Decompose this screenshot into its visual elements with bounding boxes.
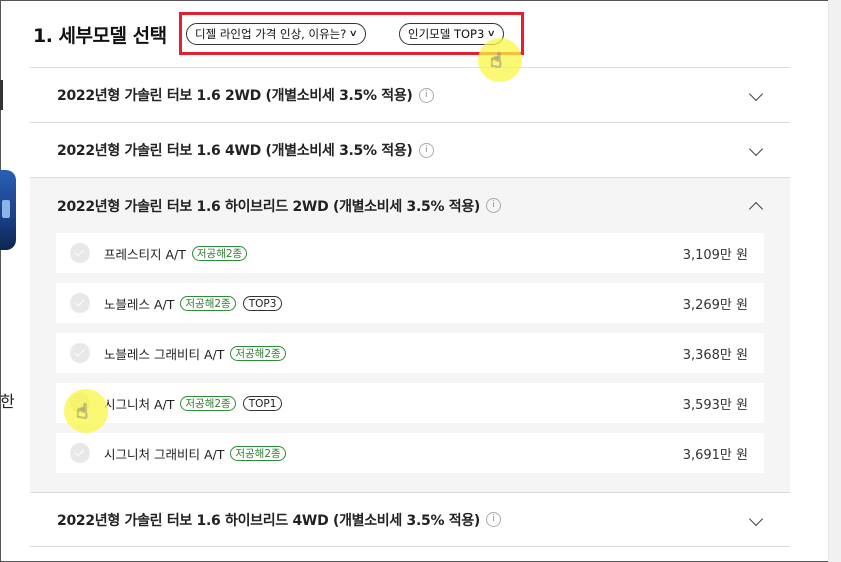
trim-price: 3,269만 원 xyxy=(682,297,748,313)
trim-option-signature[interactable]: 시그니처 A/T 저공해2종 TOP1 3,593만 원 xyxy=(56,383,764,423)
car-thumbnail-edge xyxy=(0,170,16,250)
trim-name: 노블레스 그래비티 A/T xyxy=(104,346,225,362)
accordion-header-2wd[interactable]: 2022년형 가솔린 터보 1.6 2WD (개별소비세 3.5% 적용) i xyxy=(30,67,790,122)
accordion-header-hybrid-2wd[interactable]: 2022년형 가솔린 터보 1.6 하이브리드 2WD (개별소비세 3.5% … xyxy=(30,178,790,233)
trim-option-noblesse[interactable]: 노블레스 A/T 저공해2종 TOP3 3,269만 원 xyxy=(56,283,764,323)
section-header: 1. 세부모델 선택 xyxy=(33,20,167,48)
trim-price: 3,593만 원 xyxy=(682,397,748,413)
accordion-label: 2022년형 가솔린 터보 1.6 하이브리드 2WD (개별소비세 3.5% … xyxy=(57,198,481,215)
eco-badge: 저공해2종 xyxy=(230,345,286,361)
left-text-fragment: 한 xyxy=(0,392,15,411)
check-icon[interactable] xyxy=(70,243,90,263)
chevron-up-icon xyxy=(749,199,763,213)
chevron-down-icon xyxy=(749,143,763,157)
accordion-header-hybrid-4wd[interactable]: 2022년형 가솔린 터보 1.6 하이브리드 4WD (개별소비세 3.5% … xyxy=(30,492,790,547)
trim-name: 프레스티지 A/T xyxy=(104,246,186,262)
eco-badge: 저공해2종 xyxy=(180,295,236,311)
eco-badge: 저공해2종 xyxy=(180,395,236,411)
hand-cursor-icon: ☝ xyxy=(76,399,89,423)
trim-option-signature-gravity[interactable]: 시그니처 그래비티 A/T 저공해2종 3,691만 원 xyxy=(56,433,764,473)
trim-name: 시그니처 그래비티 A/T xyxy=(104,446,225,462)
chevron-down-icon xyxy=(749,88,763,102)
accordion-label: 2022년형 가솔린 터보 1.6 4WD (개별소비세 3.5% 적용) xyxy=(57,143,413,159)
top-rank-badge: TOP1 xyxy=(242,395,283,411)
info-icon[interactable]: i xyxy=(486,512,502,527)
eco-badge: 저공해2종 xyxy=(230,445,286,461)
trim-option-noblesse-gravity[interactable]: 노블레스 그래비티 A/T 저공해2종 3,368만 원 xyxy=(56,333,764,373)
eco-badge: 저공해2종 xyxy=(191,245,248,261)
trim-accordion: 2022년형 가솔린 터보 1.6 2WD (개별소비세 3.5% 적용) i … xyxy=(30,67,790,547)
top-rank-badge: TOP3 xyxy=(242,295,283,311)
accordion-label: 2022년형 가솔린 터보 1.6 2WD (개별소비세 3.5% 적용) xyxy=(57,88,413,104)
check-icon[interactable] xyxy=(70,343,90,363)
page-title: 1. 세부모델 선택 xyxy=(33,24,167,47)
chevron-down-icon xyxy=(749,513,763,527)
trim-price: 3,691만 원 xyxy=(682,447,748,463)
info-icon[interactable]: i xyxy=(486,198,502,213)
info-icon[interactable]: i xyxy=(418,87,434,103)
trim-price: 3,109만 원 xyxy=(682,247,748,263)
accordion-label: 2022년형 가솔린 터보 1.6 하이브리드 4WD (개별소비세 3.5% … xyxy=(57,512,481,529)
accordion-header-4wd[interactable]: 2022년형 가솔린 터보 1.6 4WD (개별소비세 3.5% 적용) i xyxy=(30,122,790,177)
hand-cursor-icon: ☝ xyxy=(490,48,503,72)
check-icon[interactable] xyxy=(70,443,90,463)
trim-list: 프레스티지 A/T 저공해2종 3,109만 원 노블레스 A/T 저공해2종 … xyxy=(30,233,790,492)
trim-name: 시그니처 A/T xyxy=(104,396,175,412)
trim-name: 노블레스 A/T xyxy=(104,296,175,312)
info-icon[interactable]: i xyxy=(418,142,434,158)
accordion-panel-hybrid-2wd: 2022년형 가솔린 터보 1.6 하이브리드 2WD (개별소비세 3.5% … xyxy=(30,177,790,492)
left-edge-image xyxy=(0,80,3,110)
scrollbar[interactable] xyxy=(828,0,841,562)
check-icon[interactable] xyxy=(70,293,90,313)
trim-price: 3,368만 원 xyxy=(682,347,748,363)
highlight-annotation-box xyxy=(179,12,524,55)
trim-option-prestige[interactable]: 프레스티지 A/T 저공해2종 3,109만 원 xyxy=(56,233,764,273)
